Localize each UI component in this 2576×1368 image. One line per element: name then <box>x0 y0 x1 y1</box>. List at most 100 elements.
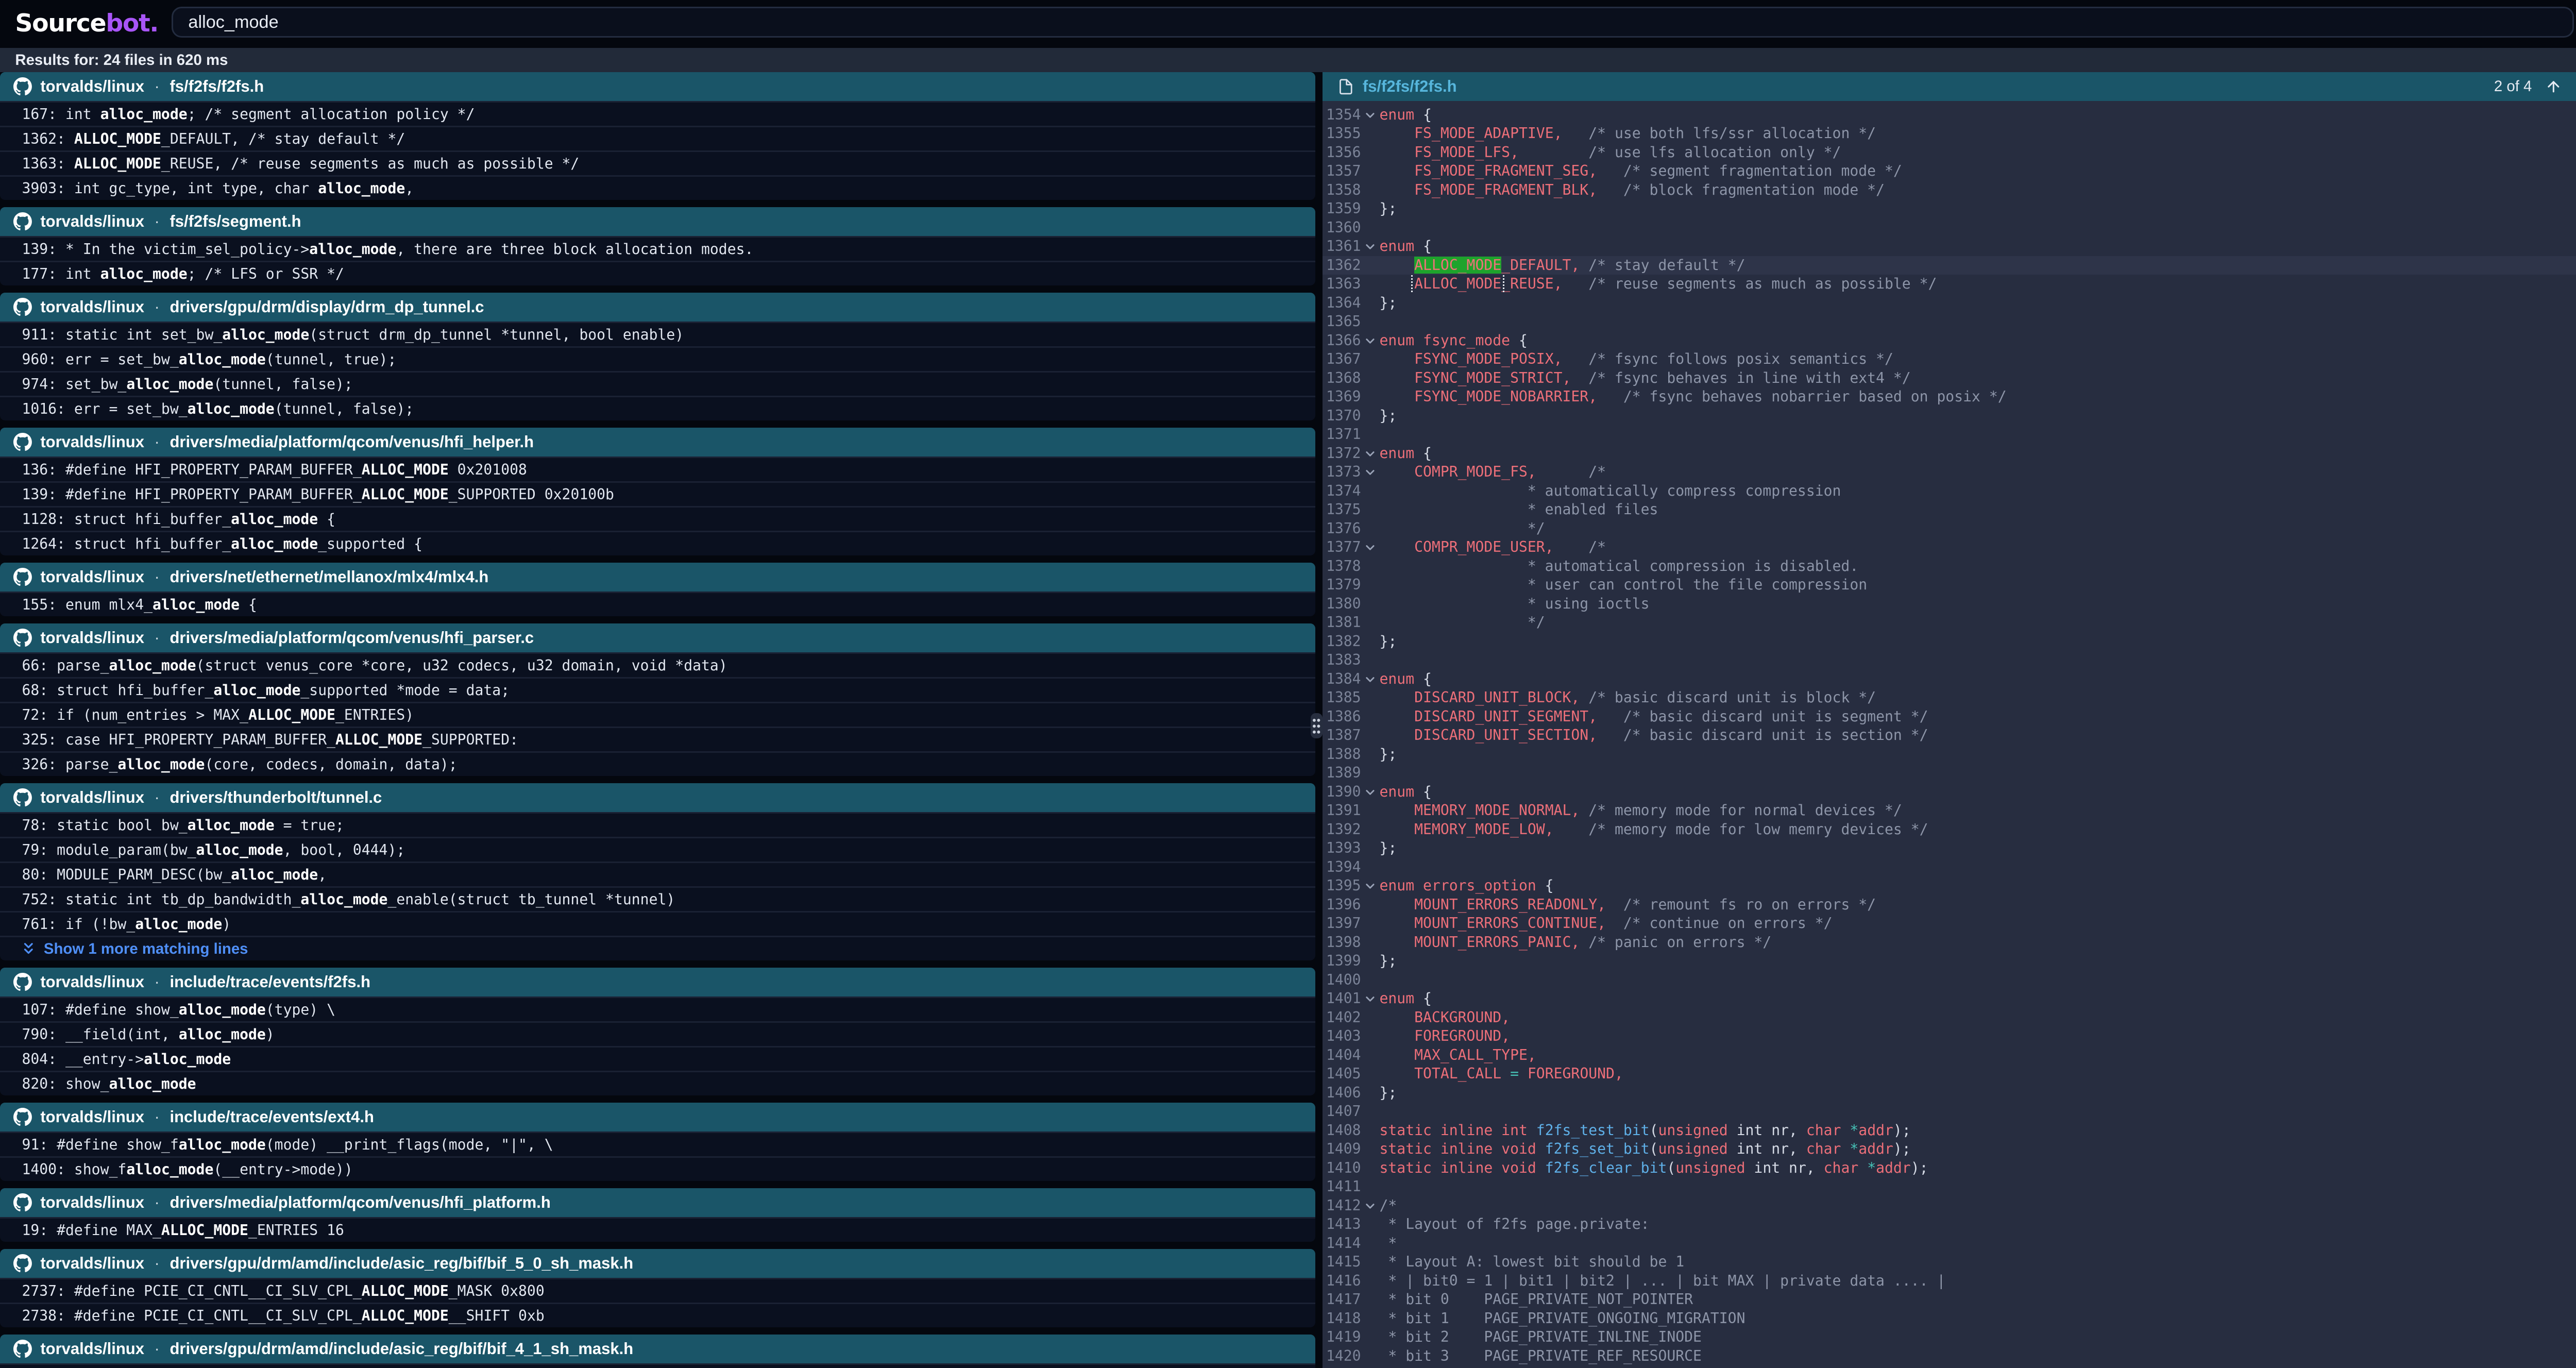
file-header[interactable]: torvalds/linux·drivers/gpu/drm/amd/inclu… <box>0 1335 1315 1363</box>
line-number[interactable]: 1390 <box>1323 783 1361 802</box>
line-number[interactable]: 1421 <box>1323 1365 1361 1367</box>
line-number[interactable]: 1381 <box>1323 613 1361 632</box>
line-number[interactable]: 1399 <box>1323 952 1361 971</box>
previous-match-button[interactable] <box>2545 78 2562 95</box>
line-number[interactable]: 1363 <box>1323 275 1361 294</box>
match-line[interactable]: 325: case HFI_PROPERTY_PARAM_BUFFER_ALLO… <box>0 727 1315 751</box>
file-header[interactable]: torvalds/linux·include/trace/events/f2fs… <box>0 968 1315 997</box>
line-number[interactable]: 1416 <box>1323 1272 1361 1291</box>
line-number[interactable]: 1396 <box>1323 896 1361 915</box>
fold-chevron-down-icon[interactable] <box>1361 783 1380 802</box>
match-line[interactable]: 79: module_param(bw_alloc_mode, bool, 04… <box>0 837 1315 862</box>
line-number[interactable]: 1374 <box>1323 482 1361 501</box>
match-line[interactable]: 139: * In the victim_sel_policy->alloc_m… <box>0 236 1315 261</box>
line-number[interactable]: 1394 <box>1323 858 1361 877</box>
line-number[interactable]: 1367 <box>1323 350 1361 369</box>
match-line[interactable]: 19: #define MAX_ALLOC_MODE_ENTRIES 16 <box>0 1217 1315 1242</box>
match-line[interactable]: 80: MODULE_PARM_DESC(bw_alloc_mode, <box>0 862 1315 886</box>
divider-grip[interactable] <box>1311 713 1323 738</box>
fold-chevron-down-icon[interactable] <box>1361 237 1380 256</box>
line-number[interactable]: 1401 <box>1323 989 1361 1008</box>
match-line[interactable]: 167: int alloc_mode; /* segment allocati… <box>0 101 1315 126</box>
match-line[interactable]: 2151: #define PCIE_CI_CNTL__CI_SLV_CPL_A… <box>0 1363 1315 1368</box>
file-header[interactable]: torvalds/linux·drivers/gpu/drm/amd/inclu… <box>0 1249 1315 1278</box>
line-number[interactable]: 1398 <box>1323 933 1361 952</box>
line-number[interactable]: 1400 <box>1323 971 1361 990</box>
line-number[interactable]: 1380 <box>1323 595 1361 614</box>
file-header[interactable]: torvalds/linux·drivers/media/platform/qc… <box>0 623 1315 652</box>
match-line[interactable]: 761: if (!bw_alloc_mode) <box>0 911 1315 936</box>
match-line[interactable]: 139: #define HFI_PROPERTY_PARAM_BUFFER_A… <box>0 481 1315 506</box>
line-number[interactable]: 1355 <box>1323 124 1361 143</box>
preview-file-path[interactable]: fs/f2fs/f2fs.h <box>1363 77 1457 96</box>
line-number[interactable]: 1420 <box>1323 1347 1361 1366</box>
match-line[interactable]: 790: __field(int, alloc_mode) <box>0 1021 1315 1046</box>
match-line[interactable]: 177: int alloc_mode; /* LFS or SSR */ <box>0 261 1315 285</box>
line-number[interactable]: 1365 <box>1323 312 1361 331</box>
line-number[interactable]: 1357 <box>1323 162 1361 181</box>
file-header[interactable]: torvalds/linux·drivers/thunderbolt/tunne… <box>0 783 1315 812</box>
line-number[interactable]: 1397 <box>1323 914 1361 933</box>
file-header[interactable]: torvalds/linux·fs/f2fs/segment.h <box>0 207 1315 236</box>
line-number[interactable]: 1375 <box>1323 500 1361 519</box>
match-line[interactable]: 911: static int set_bw_alloc_mode(struct… <box>0 322 1315 346</box>
line-number[interactable]: 1406 <box>1323 1084 1361 1103</box>
file-header[interactable]: torvalds/linux·fs/f2fs/f2fs.h <box>0 72 1315 101</box>
line-number[interactable]: 1403 <box>1323 1027 1361 1046</box>
line-number[interactable]: 1387 <box>1323 726 1361 745</box>
line-number[interactable]: 1388 <box>1323 745 1361 764</box>
match-line[interactable]: 72: if (num_entries > MAX_ALLOC_MODE_ENT… <box>0 702 1315 727</box>
line-number[interactable]: 1419 <box>1323 1328 1361 1347</box>
line-number[interactable]: 1377 <box>1323 538 1361 557</box>
line-number[interactable]: 1369 <box>1323 387 1361 407</box>
line-number[interactable]: 1364 <box>1323 294 1361 313</box>
line-number[interactable]: 1417 <box>1323 1290 1361 1309</box>
match-line[interactable]: 1400: show_falloc_mode(__entry->mode)) <box>0 1156 1315 1181</box>
line-number[interactable]: 1379 <box>1323 576 1361 595</box>
line-number[interactable]: 1361 <box>1323 237 1361 256</box>
match-line[interactable]: 1264: struct hfi_buffer_alloc_mode_suppo… <box>0 531 1315 555</box>
line-number[interactable]: 1407 <box>1323 1102 1361 1121</box>
fold-chevron-down-icon[interactable] <box>1361 1196 1380 1215</box>
match-line[interactable]: 820: show_alloc_mode <box>0 1071 1315 1095</box>
file-header[interactable]: torvalds/linux·drivers/media/platform/qc… <box>0 428 1315 457</box>
match-line[interactable]: 155: enum mlx4_alloc_mode { <box>0 592 1315 616</box>
line-number[interactable]: 1402 <box>1323 1008 1361 1027</box>
fold-chevron-down-icon[interactable] <box>1361 989 1380 1008</box>
match-line[interactable]: 974: set_bw_alloc_mode(tunnel, false); <box>0 371 1315 396</box>
match-line[interactable]: 91: #define show_falloc_mode(mode) __pri… <box>0 1131 1315 1156</box>
line-number[interactable]: 1413 <box>1323 1215 1361 1234</box>
fold-chevron-down-icon[interactable] <box>1361 444 1380 463</box>
line-number[interactable]: 1368 <box>1323 369 1361 388</box>
line-number[interactable]: 1415 <box>1323 1253 1361 1272</box>
match-line[interactable]: 326: parse_alloc_mode(core, codecs, doma… <box>0 751 1315 776</box>
match-line[interactable]: 78: static bool bw_alloc_mode = true; <box>0 812 1315 837</box>
match-line[interactable]: 66: parse_alloc_mode(struct venus_core *… <box>0 652 1315 677</box>
line-number[interactable]: 1392 <box>1323 820 1361 839</box>
search-input[interactable] <box>172 7 2574 38</box>
match-line[interactable]: 68: struct hfi_buffer_alloc_mode_support… <box>0 677 1315 702</box>
match-line[interactable]: 1363: ALLOC_MODE_REUSE, /* reuse segment… <box>0 150 1315 175</box>
line-number[interactable]: 1389 <box>1323 764 1361 783</box>
fold-chevron-down-icon[interactable] <box>1361 106 1380 125</box>
line-number[interactable]: 1358 <box>1323 181 1361 200</box>
match-line[interactable]: 1362: ALLOC_MODE_DEFAULT, /* stay defaul… <box>0 126 1315 150</box>
match-line[interactable]: 1128: struct hfi_buffer_alloc_mode { <box>0 506 1315 531</box>
line-number[interactable]: 1414 <box>1323 1234 1361 1253</box>
show-more-link[interactable]: Show 1 more matching lines <box>0 936 1315 960</box>
match-line[interactable]: 1016: err = set_bw_alloc_mode(tunnel, fa… <box>0 396 1315 420</box>
line-number[interactable]: 1404 <box>1323 1046 1361 1065</box>
fold-chevron-down-icon[interactable] <box>1361 538 1380 557</box>
line-number[interactable]: 1409 <box>1323 1140 1361 1159</box>
line-number[interactable]: 1356 <box>1323 143 1361 162</box>
line-number[interactable]: 1386 <box>1323 707 1361 727</box>
match-line[interactable]: 2737: #define PCIE_CI_CNTL__CI_SLV_CPL_A… <box>0 1278 1315 1303</box>
line-number[interactable]: 1383 <box>1323 651 1361 670</box>
fold-chevron-down-icon[interactable] <box>1361 670 1380 689</box>
line-number[interactable]: 1362 <box>1323 256 1361 275</box>
app-logo[interactable]: Sourcebot. <box>15 9 158 38</box>
fold-chevron-down-icon[interactable] <box>1361 876 1380 896</box>
line-number[interactable]: 1359 <box>1323 199 1361 218</box>
line-number[interactable]: 1378 <box>1323 557 1361 576</box>
line-number[interactable]: 1360 <box>1323 218 1361 238</box>
